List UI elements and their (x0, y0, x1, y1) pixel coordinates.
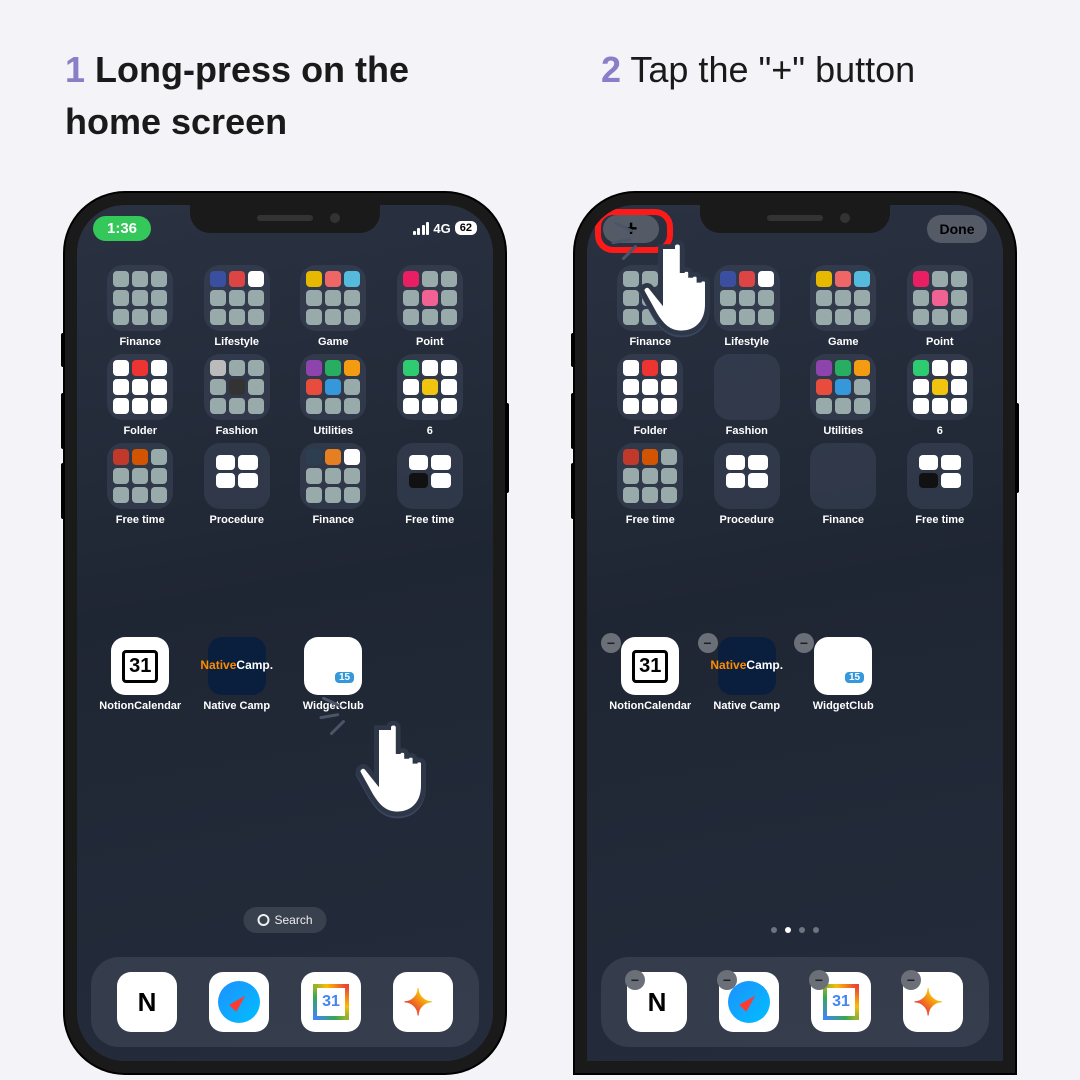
folder-label: Game (318, 336, 349, 348)
folder-label: Folder (633, 425, 667, 437)
remove-app-button[interactable]: − (794, 633, 814, 653)
remove-app-button[interactable]: − (698, 633, 718, 653)
app-label: NotionCalendar (609, 700, 691, 712)
folder-lifestyle[interactable]: Lifestyle (192, 265, 283, 348)
app-notioncalendar[interactable]: 31NotionCalendar (95, 637, 186, 712)
folder-game[interactable]: Game (798, 265, 889, 348)
signal-icon (413, 222, 430, 235)
folder-label: Procedure (720, 514, 774, 526)
remove-app-button[interactable]: − (601, 633, 621, 653)
dock: N 31 (91, 957, 479, 1047)
folder-finance[interactable]: Finance (798, 443, 889, 526)
dock-app-gcal[interactable]: 31− (811, 972, 871, 1032)
home-screen[interactable]: 1:36 4G 62 Finance Lifestyle Game Point Fold… (77, 205, 493, 1061)
folder-label: Finance (629, 336, 671, 348)
dock: N−−31−− (601, 957, 989, 1047)
folder-folder[interactable]: Folder (95, 354, 186, 437)
folder-free-time[interactable]: Free time (605, 443, 696, 526)
folder-folder[interactable]: Folder (605, 354, 696, 437)
app-label: WidgetClub (813, 700, 874, 712)
step-1-text: Long-press on the home screen (65, 49, 409, 142)
step-2-number: 2 (601, 49, 621, 90)
folder-finance[interactable]: Finance (95, 265, 186, 348)
folder-free-time[interactable]: Free time (385, 443, 476, 526)
highlight-ring (595, 209, 673, 253)
battery-badge: 62 (455, 221, 477, 235)
folder-lifestyle[interactable]: Lifestyle (702, 265, 793, 348)
app-label: Native Camp (713, 700, 780, 712)
folder-label: Free time (626, 514, 675, 526)
folder-fashion[interactable]: Fashion (192, 354, 283, 437)
folder-6[interactable]: 6 (895, 354, 986, 437)
phone-2: + Done FinanceLifestyleGamePointFolderFa… (575, 193, 1015, 1073)
folder-utilities[interactable]: Utilities (288, 354, 379, 437)
page-indicator (771, 927, 819, 933)
time-pill: 1:36 (93, 216, 151, 241)
step-2-column: 2 Tap the "+" button + Done FinanceLifes… (575, 44, 1015, 1073)
folder-label: Utilities (313, 425, 353, 437)
step-1-column: 1 Long-press on the home screen 1:36 4G … (65, 44, 505, 1073)
folder-label: Finance (822, 514, 864, 526)
done-button[interactable]: Done (927, 215, 987, 243)
folder-label: Folder (123, 425, 157, 437)
folder-label: Free time (116, 514, 165, 526)
folder-label: 6 (937, 425, 943, 437)
app-label: WidgetClub (303, 700, 364, 712)
dock-app-notion[interactable]: N− (627, 972, 687, 1032)
app-widgetclub[interactable]: −15WidgetClub (798, 637, 889, 712)
dock-app-notion[interactable]: N (117, 972, 177, 1032)
folder-utilities[interactable]: Utilities (798, 354, 889, 437)
folder-point[interactable]: Point (385, 265, 476, 348)
dock-app-claude[interactable] (393, 972, 453, 1032)
folder-procedure[interactable]: Procedure (702, 443, 793, 526)
folder-procedure[interactable]: Procedure (192, 443, 283, 526)
app-label: NotionCalendar (99, 700, 181, 712)
folder-label: 6 (427, 425, 433, 437)
search-pill[interactable]: Search (243, 907, 326, 933)
folder-6[interactable]: 6 (385, 354, 476, 437)
folder-game[interactable]: Game (288, 265, 379, 348)
dock-app-gcal[interactable]: 31 (301, 972, 361, 1032)
folder-label: Utilities (823, 425, 863, 437)
step-2-text: Tap the "+" button (630, 49, 915, 90)
long-press-hand-icon (343, 706, 463, 831)
home-screen-edit-mode[interactable]: + Done FinanceLifestyleGamePointFolderFa… (587, 205, 1003, 1061)
folder-free-time[interactable]: Free time (895, 443, 986, 526)
remove-app-button[interactable]: − (717, 970, 737, 990)
remove-app-button[interactable]: − (625, 970, 645, 990)
step-1-number: 1 (65, 49, 85, 90)
folder-label: Game (828, 336, 859, 348)
app-native-camp[interactable]: NativeCamp.Native Camp (192, 637, 283, 712)
folder-finance[interactable]: Finance (288, 443, 379, 526)
dock-app-claude[interactable]: − (903, 972, 963, 1032)
app-label: Native Camp (203, 700, 270, 712)
folder-label: Procedure (210, 514, 264, 526)
folder-label: Lifestyle (214, 336, 259, 348)
app-native-camp[interactable]: −NativeCamp.Native Camp (702, 637, 793, 712)
dock-app-safari[interactable] (209, 972, 269, 1032)
phone-1: 1:36 4G 62 Finance Lifestyle Game Point Fold… (65, 193, 505, 1073)
step-2-heading: 2 Tap the "+" button (575, 44, 1015, 179)
folder-label: Lifestyle (724, 336, 769, 348)
remove-app-button[interactable]: − (901, 970, 921, 990)
folder-label: Free time (915, 514, 964, 526)
app-notioncalendar[interactable]: −31NotionCalendar (605, 637, 696, 712)
remove-app-button[interactable]: − (809, 970, 829, 990)
network-label: 4G (433, 221, 450, 236)
dock-app-safari[interactable]: − (719, 972, 779, 1032)
folder-label: Fashion (216, 425, 258, 437)
folder-point[interactable]: Point (895, 265, 986, 348)
folder-label: Point (416, 336, 444, 348)
folder-label: Finance (119, 336, 161, 348)
folder-fashion[interactable]: Fashion (702, 354, 793, 437)
folder-label: Fashion (726, 425, 768, 437)
step-1-heading: 1 Long-press on the home screen (65, 44, 505, 179)
folder-label: Finance (312, 514, 354, 526)
folder-finance[interactable]: Finance (605, 265, 696, 348)
folder-free-time[interactable]: Free time (95, 443, 186, 526)
folder-label: Free time (405, 514, 454, 526)
search-label: Search (274, 913, 312, 927)
folder-label: Point (926, 336, 954, 348)
app-widgetclub[interactable]: 15WidgetClub (288, 637, 379, 712)
